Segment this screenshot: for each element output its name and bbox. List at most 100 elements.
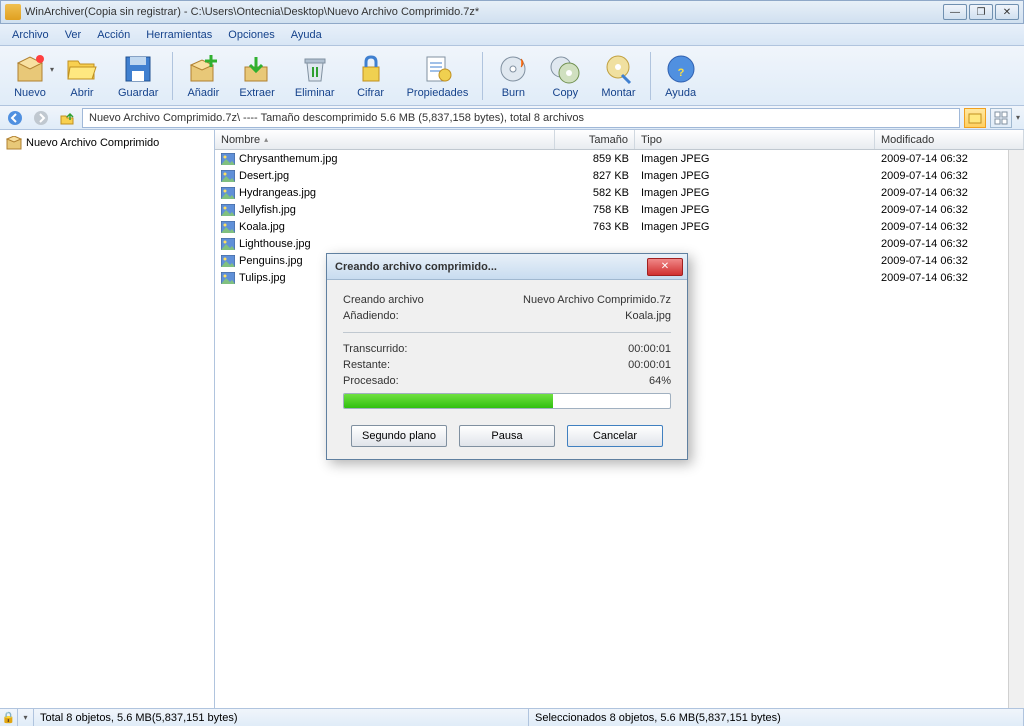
- file-type: Imagen JPEG: [635, 221, 875, 233]
- file-modified: 2009-07-14 06:32: [875, 272, 1024, 284]
- vertical-scrollbar[interactable]: [1008, 150, 1024, 708]
- minimize-button[interactable]: —: [943, 4, 967, 20]
- toolbar-guardar[interactable]: Guardar: [108, 51, 168, 101]
- menu-bar: Archivo Ver Acción Herramientas Opciones…: [0, 24, 1024, 46]
- file-name: Jellyfish.jpg: [239, 204, 296, 216]
- file-type: Imagen JPEG: [635, 204, 875, 216]
- toolbar-nuevo[interactable]: Nuevo ▾: [4, 51, 56, 101]
- lock-icon: [355, 53, 387, 85]
- toolbar: Nuevo ▾ Abrir Guardar Añadir Extraer Eli…: [0, 46, 1024, 106]
- file-size: 859 KB: [555, 153, 635, 165]
- file-size: 582 KB: [555, 187, 635, 199]
- status-total: Total 8 objetos, 5.6 MB(5,837,151 bytes): [34, 709, 529, 726]
- file-name: Chrysanthemum.jpg: [239, 153, 337, 165]
- creating-label: Creando archivo: [343, 294, 424, 306]
- status-selected: Seleccionados 8 objetos, 5.6 MB(5,837,15…: [529, 709, 1024, 726]
- file-modified: 2009-07-14 06:32: [875, 255, 1024, 267]
- dialog-row-creating: Creando archivo Nuevo Archivo Comprimido…: [343, 294, 671, 306]
- nav-forward-button[interactable]: [30, 108, 52, 128]
- list-row[interactable]: Chrysanthemum.jpg 859 KBImagen JPEG2009-0…: [215, 150, 1024, 167]
- toolbar-propiedades[interactable]: Propiedades: [397, 51, 479, 101]
- list-row[interactable]: Lighthouse.jpg2009-07-14 06:32: [215, 235, 1024, 252]
- dialog-close-button[interactable]: ✕: [647, 258, 683, 276]
- toolbar-label: Eliminar: [295, 87, 335, 99]
- toolbar-copy[interactable]: Copy: [539, 51, 591, 101]
- column-header-modified[interactable]: Modificado: [875, 130, 1024, 149]
- file-modified: 2009-07-14 06:32: [875, 238, 1024, 250]
- status-lock-segment: 🔒: [0, 709, 18, 726]
- toolbar-abrir[interactable]: Abrir: [56, 51, 108, 101]
- toolbar-burn[interactable]: Burn: [487, 51, 539, 101]
- toolbar-cifrar[interactable]: Cifrar: [345, 51, 397, 101]
- menu-herramientas[interactable]: Herramientas: [138, 27, 220, 43]
- processed-label: Procesado:: [343, 375, 399, 387]
- file-name: Hydrangeas.jpg: [239, 187, 316, 199]
- file-modified: 2009-07-14 06:32: [875, 221, 1024, 233]
- file-modified: 2009-07-14 06:32: [875, 204, 1024, 216]
- image-file-icon: [221, 204, 235, 216]
- toolbar-separator: [172, 52, 173, 100]
- recycle-icon: [299, 53, 331, 85]
- column-header-type[interactable]: Tipo: [635, 130, 875, 149]
- remaining-value: 00:00:01: [628, 359, 671, 371]
- toolbar-extraer[interactable]: Extraer: [229, 51, 284, 101]
- list-row[interactable]: Hydrangeas.jpg582 KBImagen JPEG2009-07-1…: [215, 184, 1024, 201]
- file-type: Imagen JPEG: [635, 187, 875, 199]
- box-add-icon: [187, 53, 219, 85]
- box-extract-icon: [241, 53, 273, 85]
- status-bar: 🔒 ▾ Total 8 objetos, 5.6 MB(5,837,151 by…: [0, 708, 1024, 726]
- close-button[interactable]: ✕: [995, 4, 1019, 20]
- box-new-icon: [14, 53, 46, 85]
- menu-ayuda[interactable]: Ayuda: [283, 27, 330, 43]
- toolbar-label: Nuevo: [14, 87, 46, 99]
- dialog-row-remaining: Restante: 00:00:01: [343, 359, 671, 371]
- creating-value: Nuevo Archivo Comprimido.7z: [523, 294, 671, 306]
- dialog-title-bar[interactable]: Creando archivo comprimido... ✕: [327, 254, 687, 280]
- toolbar-anadir[interactable]: Añadir: [177, 51, 229, 101]
- nav-path-field[interactable]: Nuevo Archivo Comprimido.7z\ ---- Tamaño…: [82, 108, 960, 128]
- progress-fill: [344, 394, 553, 408]
- file-name: Koala.jpg: [239, 221, 285, 233]
- status-dropdown-segment[interactable]: ▾: [18, 709, 34, 726]
- toolbar-eliminar[interactable]: Eliminar: [285, 51, 345, 101]
- background-button[interactable]: Segundo plano: [351, 425, 447, 447]
- list-row[interactable]: Desert.jpg827 KBImagen JPEG2009-07-14 06…: [215, 167, 1024, 184]
- nav-view-tree-button[interactable]: [964, 108, 986, 128]
- floppy-icon: [122, 53, 154, 85]
- disc-mount-icon: [602, 53, 634, 85]
- cancel-button[interactable]: Cancelar: [567, 425, 663, 447]
- list-row[interactable]: Koala.jpg 763 KBImagen JPEG2009-07-14 06:…: [215, 218, 1024, 235]
- nav-view-grid-button[interactable]: [990, 108, 1012, 128]
- sort-asc-icon: ▴: [264, 135, 268, 144]
- menu-accion[interactable]: Acción: [89, 27, 138, 43]
- disc-burn-icon: [497, 53, 529, 85]
- elapsed-label: Transcurrido:: [343, 343, 407, 355]
- title-bar: WinArchiver(Copia sin registrar) - C:\Us…: [0, 0, 1024, 24]
- menu-archivo[interactable]: Archivo: [4, 27, 57, 43]
- tree-root-item[interactable]: Nuevo Archivo Comprimido: [4, 134, 210, 152]
- pause-button[interactable]: Pausa: [459, 425, 555, 447]
- toolbar-ayuda[interactable]: ? Ayuda: [655, 51, 707, 101]
- toolbar-label: Abrir: [70, 87, 93, 99]
- file-size: 763 KB: [555, 221, 635, 233]
- help-icon: ?: [665, 53, 697, 85]
- list-row[interactable]: Jellyfish.jpg758 KBImagen JPEG2009-07-14…: [215, 201, 1024, 218]
- file-modified: 2009-07-14 06:32: [875, 153, 1024, 165]
- file-type: Imagen JPEG: [635, 153, 875, 165]
- menu-opciones[interactable]: Opciones: [220, 27, 282, 43]
- dialog-body: Creando archivo Nuevo Archivo Comprimido…: [327, 280, 687, 459]
- archive-icon: [6, 136, 22, 150]
- dropdown-arrow-icon[interactable]: ▾: [1016, 113, 1020, 122]
- nav-up-button[interactable]: [56, 108, 78, 128]
- image-file-icon: [221, 238, 235, 250]
- toolbar-label: Propiedades: [407, 87, 469, 99]
- column-header-size[interactable]: Tamaño: [555, 130, 635, 149]
- file-modified: 2009-07-14 06:32: [875, 170, 1024, 182]
- maximize-button[interactable]: ❐: [969, 4, 993, 20]
- dialog-row-processed: Procesado: 64%: [343, 375, 671, 387]
- properties-icon: [421, 53, 453, 85]
- menu-ver[interactable]: Ver: [57, 27, 90, 43]
- column-header-name[interactable]: Nombre▴: [215, 130, 555, 149]
- toolbar-montar[interactable]: Montar: [591, 51, 645, 101]
- nav-back-button[interactable]: [4, 108, 26, 128]
